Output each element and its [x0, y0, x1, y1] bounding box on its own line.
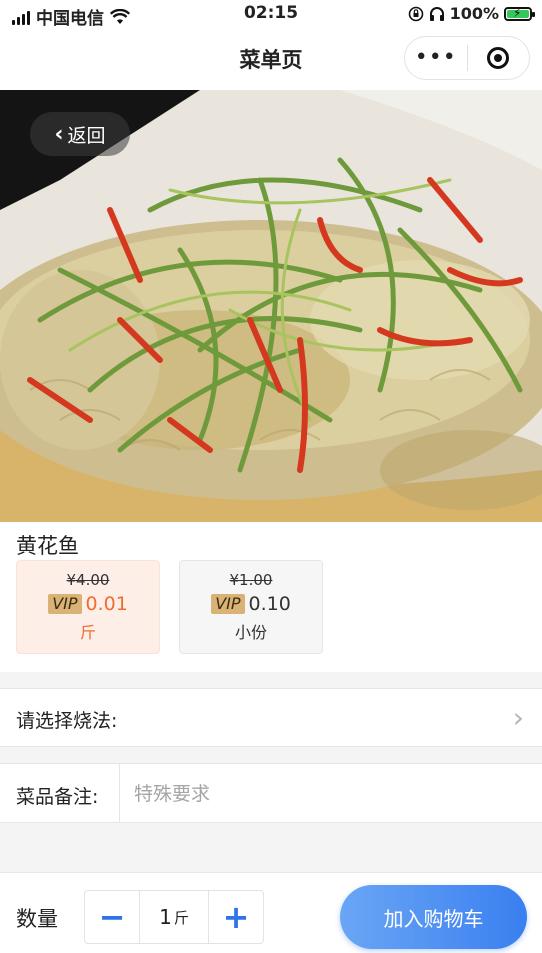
increase-button[interactable]: +: [209, 891, 263, 943]
orientation-lock-icon: [408, 6, 423, 21]
vip-badge: VIP: [211, 594, 245, 614]
battery-percent: 100%: [449, 4, 499, 23]
dish-note-row: 菜品备注:: [0, 763, 542, 823]
product-info: 黄花鱼 ¥4.00 VIP 0.01 斤 ¥1.00 VIP 0.10 小份: [0, 522, 542, 672]
original-price: ¥4.00: [66, 571, 110, 589]
nav-bar: 菜单页 •••: [0, 28, 542, 90]
quantity-label: 数量: [16, 907, 58, 931]
chevron-left-icon: ‹: [54, 121, 64, 147]
cooking-method-label: 请选择烧法:: [16, 710, 118, 732]
dish-name: 黄花鱼: [16, 534, 79, 558]
target-icon: [487, 47, 510, 69]
quantity-stepper: − 1 斤 +: [84, 890, 264, 944]
charging-bolt-icon: ⚡: [513, 5, 522, 20]
more-icon[interactable]: •••: [405, 36, 467, 80]
close-miniprogram-button[interactable]: [468, 47, 530, 69]
chevron-right-icon: ›: [512, 701, 524, 734]
battery-icon: ⚡: [504, 5, 535, 21]
vip-price-row: VIP 0.10: [180, 593, 322, 615]
back-label: 返回: [67, 124, 106, 147]
back-button[interactable]: ‹ 返回: [30, 112, 130, 156]
note-divider: [119, 764, 120, 822]
quantity-value: 1: [159, 905, 172, 929]
decrease-button[interactable]: −: [85, 891, 139, 943]
cooking-method-selector[interactable]: 请选择烧法: ›: [0, 688, 542, 747]
vip-price: 0.01: [85, 593, 128, 615]
vip-price-row: VIP 0.01: [17, 593, 159, 615]
dish-note-input[interactable]: [132, 778, 516, 810]
add-to-cart-button[interactable]: 加入购物车: [340, 885, 527, 949]
quantity-value-box: 1 斤: [139, 891, 209, 943]
spec-option-jin[interactable]: ¥4.00 VIP 0.01 斤: [16, 560, 160, 654]
headphones-icon: [429, 6, 444, 21]
spec-option-small[interactable]: ¥1.00 VIP 0.10 小份: [179, 560, 323, 654]
original-price: ¥1.00: [229, 571, 273, 589]
dish-image: ‹ 返回: [0, 90, 542, 522]
status-right: 100% ⚡: [408, 4, 535, 23]
vip-price: 0.10: [248, 593, 291, 615]
spec-unit: 小份: [234, 623, 267, 642]
quantity-unit: 斤: [173, 908, 189, 927]
dish-note-label: 菜品备注:: [16, 786, 99, 808]
vip-badge: VIP: [48, 594, 82, 614]
mini-program-capsule: •••: [404, 36, 530, 80]
spec-unit: 斤: [79, 623, 96, 642]
bottom-bar: 数量 − 1 斤 + 加入购物车: [0, 872, 542, 953]
status-bar: 中国电信 02:15 100% ⚡: [0, 0, 542, 29]
